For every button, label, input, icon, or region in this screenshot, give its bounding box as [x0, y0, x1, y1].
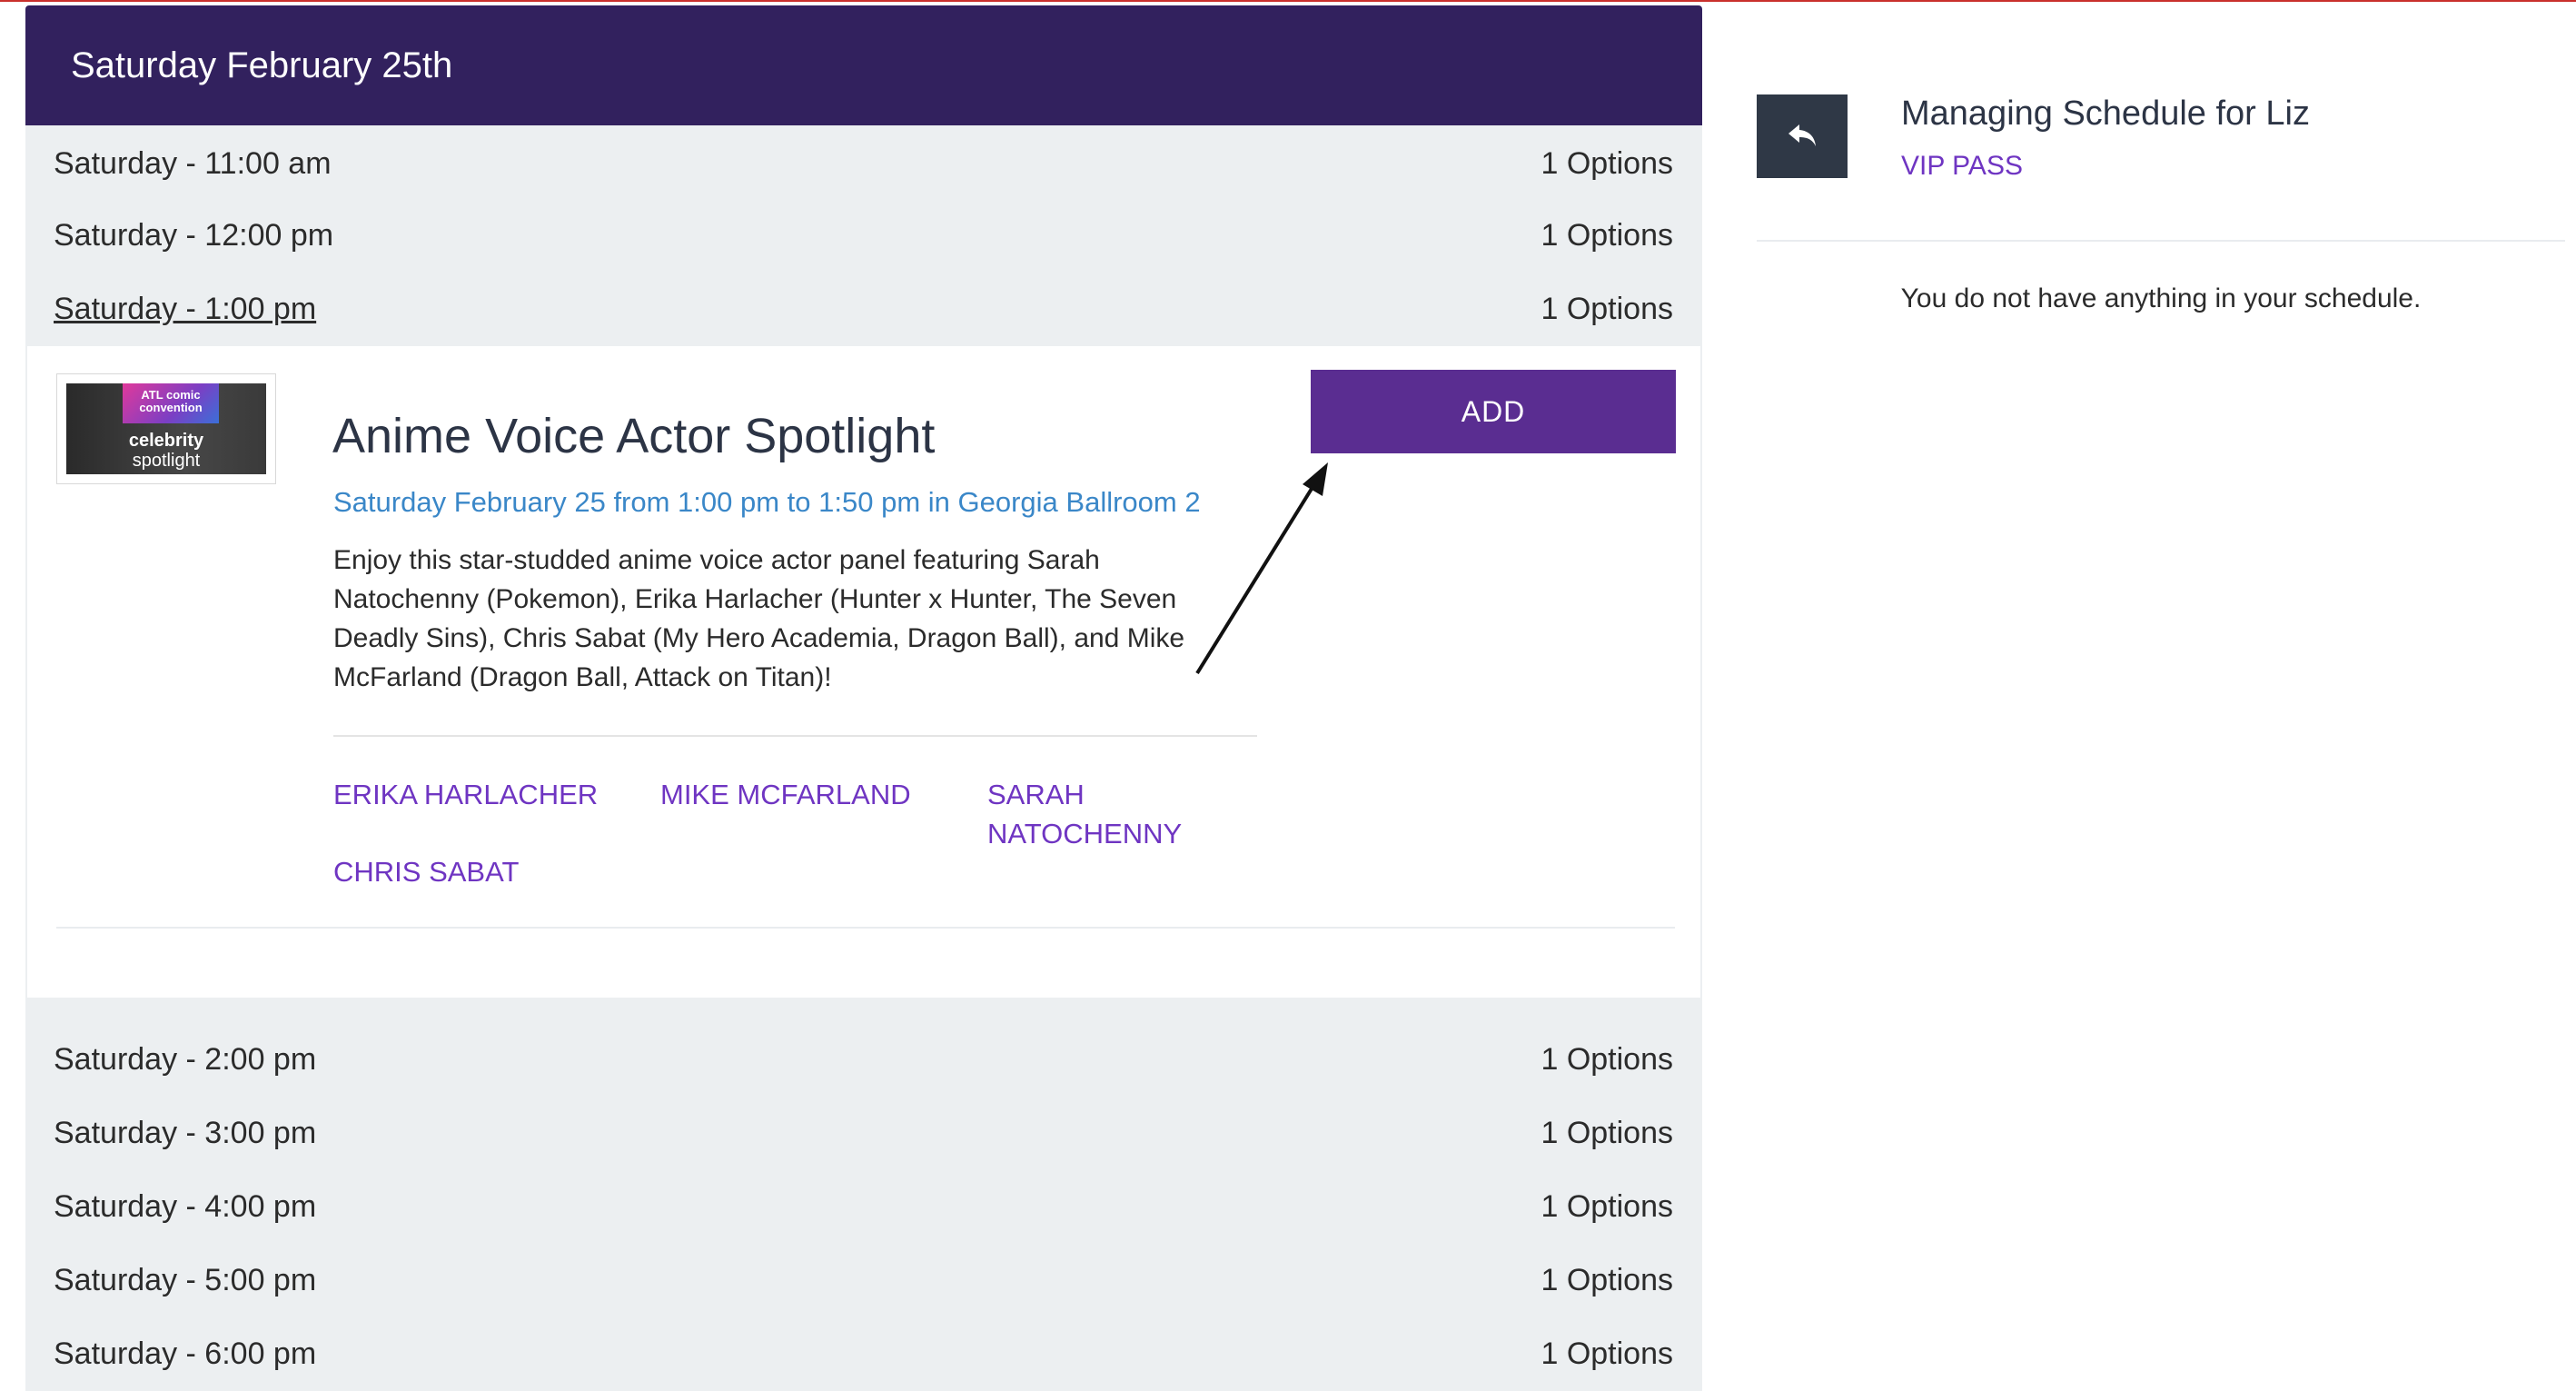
person-link[interactable]: MIKE MCFARLAND	[660, 775, 911, 814]
time-slots-before: Saturday - 11:00 am 1 Options Saturday -…	[25, 125, 1702, 346]
pass-type[interactable]: VIP PASS	[1901, 151, 2023, 182]
slot-options: 1 Options	[1541, 1042, 1673, 1077]
slot-time[interactable]: Saturday - 1:00 pm	[54, 292, 316, 327]
panel-title: Managing Schedule for Liz	[1901, 94, 2310, 133]
event-card: ATL comic convention celebrity spotlight…	[25, 346, 1702, 998]
person-link[interactable]: ERIKA HARLACHER	[333, 775, 598, 814]
panel-divider	[1757, 240, 2565, 242]
day-header-title: Saturday February 25th	[71, 45, 453, 85]
event-divider	[333, 735, 1257, 737]
event-datetime-location: Saturday February 25 from 1:00 pm to 1:5…	[333, 486, 1201, 518]
time-slot[interactable]: Saturday - 4:00 pm 1 Options	[25, 1170, 1702, 1244]
person-link[interactable]: SARAH NATOCHENNY	[987, 775, 1205, 853]
slot-options: 1 Options	[1541, 1116, 1673, 1150]
time-slot[interactable]: Saturday - 5:00 pm 1 Options	[25, 1244, 1702, 1317]
convention-logo: ATL comic convention	[123, 383, 219, 423]
card-divider	[56, 927, 1675, 929]
top-accent-line	[0, 0, 2576, 2]
slot-time: Saturday - 2:00 pm	[54, 1042, 317, 1077]
slot-options: 1 Options	[1541, 218, 1673, 253]
slot-options: 1 Options	[1541, 1189, 1673, 1224]
schedule-column: Saturday February 25th Saturday - 11:00 …	[25, 5, 1702, 1391]
thumbnail-caption-line1: celebrity	[128, 431, 204, 451]
slot-options: 1 Options	[1541, 292, 1673, 326]
thumbnail-image: ATL comic convention celebrity spotlight	[66, 383, 266, 474]
slot-time: Saturday - 4:00 pm	[54, 1189, 317, 1224]
add-button[interactable]: ADD	[1311, 370, 1676, 453]
time-slot[interactable]: Saturday - 12:00 pm 1 Options	[25, 199, 1702, 273]
person-link[interactable]: CHRIS SABAT	[333, 852, 519, 891]
slot-time: Saturday - 5:00 pm	[54, 1263, 317, 1297]
time-slots-after: Saturday - 2:00 pm 1 Options Saturday - …	[25, 998, 1702, 1391]
event-thumbnail: ATL comic convention celebrity spotlight	[56, 373, 276, 484]
slot-options: 1 Options	[1541, 1336, 1673, 1371]
slot-options: 1 Options	[1541, 146, 1673, 181]
event-title: Anime Voice Actor Spotlight	[332, 409, 936, 463]
slot-time: Saturday - 12:00 pm	[54, 218, 334, 253]
slot-options: 1 Options	[1541, 1263, 1673, 1297]
slot-time: Saturday - 11:00 am	[54, 146, 332, 181]
slot-time: Saturday - 3:00 pm	[54, 1116, 317, 1150]
time-slot-expanded[interactable]: Saturday - 1:00 pm 1 Options	[25, 273, 1702, 346]
reply-arrow-icon	[1788, 124, 1816, 146]
time-slot[interactable]: Saturday - 11:00 am 1 Options	[25, 125, 1702, 199]
event-description: Enjoy this star-studded anime voice acto…	[333, 545, 1185, 692]
time-slot[interactable]: Saturday - 3:00 pm 1 Options	[25, 1097, 1702, 1170]
empty-schedule-message: You do not have anything in your schedul…	[1900, 283, 2422, 313]
back-button[interactable]	[1757, 94, 1848, 178]
time-slot[interactable]: Saturday - 2:00 pm 1 Options	[25, 1023, 1702, 1097]
thumbnail-caption-line2: spotlight	[132, 451, 201, 471]
time-slot[interactable]: Saturday - 6:00 pm 1 Options	[25, 1317, 1702, 1391]
slot-time: Saturday - 6:00 pm	[54, 1336, 317, 1371]
day-header: Saturday February 25th	[25, 5, 1702, 125]
